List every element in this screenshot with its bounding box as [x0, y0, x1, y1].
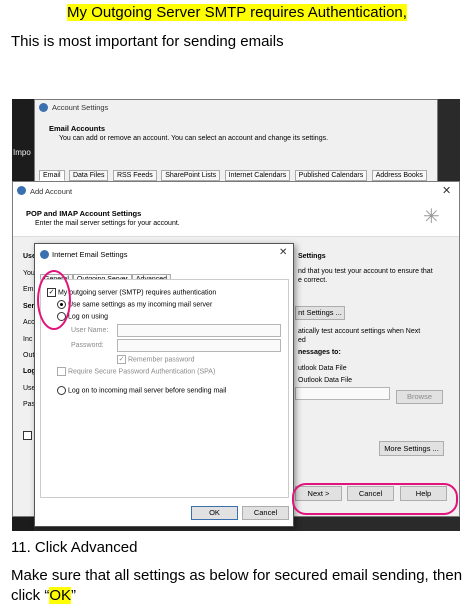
left-label-account-type: Acc: [23, 319, 35, 326]
auto-test-text: atically test account settings when Next: [298, 328, 421, 335]
tab-internet-calendars[interactable]: Internet Calendars: [224, 170, 291, 181]
password-field[interactable]: [117, 339, 281, 352]
smtp-auth-row[interactable]: ✓ My outgoing server (SMTP) requires aut…: [47, 288, 216, 297]
log-on-incoming-radio[interactable]: [57, 386, 66, 395]
account-settings-tabs: Email Data Files RSS Feeds SharePoint Li…: [39, 164, 427, 182]
use-same-settings-label: Use same settings as my incoming mail se…: [67, 301, 213, 309]
email-accounts-description: You can add or remove an account. You ca…: [59, 135, 329, 142]
account-settings-window: Account Settings Email Accounts You can …: [34, 99, 438, 183]
outlook-icon: [39, 103, 48, 112]
spa-checkbox[interactable]: [57, 367, 66, 376]
settings-icon: [40, 250, 49, 259]
pop-imap-subheading: Enter the mail server settings for your …: [35, 220, 180, 227]
left-label-server-info: Ser: [23, 303, 35, 310]
internet-email-settings-title: Internet Email Settings: [52, 250, 128, 259]
document-intro: This is most important for sending email…: [11, 33, 284, 50]
browse-button[interactable]: Browse: [396, 390, 443, 404]
user-name-field[interactable]: [117, 324, 281, 337]
note-prefix: Make sure that all settings as below for…: [11, 567, 463, 604]
log-on-incoming-row[interactable]: Log on to incoming mail server before se…: [57, 386, 226, 395]
dialog-cancel-button[interactable]: Cancel: [242, 506, 289, 520]
close-icon[interactable]: ✕: [442, 184, 451, 197]
left-label-incoming: Inc: [23, 336, 33, 343]
password-label: Password:: [71, 342, 104, 349]
test-account-settings-button[interactable]: nt Settings ...: [295, 306, 345, 320]
note-ok-highlight: OK: [49, 587, 72, 604]
add-account-titlebar: [13, 182, 459, 198]
tab-published-calendars[interactable]: Published Calendars: [294, 170, 368, 181]
outlook-icon: [17, 186, 26, 195]
remember-password-checkbox[interactable]: ✓: [117, 355, 126, 364]
left-checkbox[interactable]: [23, 431, 32, 440]
spa-row[interactable]: Require Secure Password Authentication (…: [57, 367, 215, 376]
account-settings-title: Account Settings: [52, 103, 109, 112]
smtp-auth-label: My outgoing server (SMTP) requires authe…: [57, 289, 217, 297]
annotation-oval: [292, 483, 458, 515]
settings-note: Make sure that all settings as below for…: [11, 566, 466, 606]
internet-email-settings-dialog: Internet Email Settings ✕ GeneralOutgoin…: [34, 243, 294, 527]
tab-sharepoint-lists[interactable]: SharePoint Lists: [161, 170, 221, 181]
new-data-file-option[interactable]: utlook Data File: [298, 365, 347, 372]
cursor-sparkle-icon: ✳: [423, 206, 440, 228]
log-on-using-label: Log on using: [67, 313, 109, 321]
remember-password-label: Remember password: [127, 356, 195, 364]
test-settings-heading: Settings: [298, 253, 326, 260]
note-suffix: ”: [71, 587, 77, 604]
remember-password-row[interactable]: ✓ Remember password: [117, 355, 194, 364]
pop-imap-heading: POP and IMAP Account Settings: [26, 209, 142, 218]
annotation-circle: [37, 270, 71, 330]
test-settings-text1: nd that you test your account to ensure …: [298, 268, 433, 275]
existing-data-file-option[interactable]: Outlook Data File: [298, 377, 352, 384]
tab-data-files[interactable]: Data Files: [68, 170, 109, 181]
use-same-settings-row[interactable]: Use same settings as my incoming mail se…: [57, 300, 212, 309]
tab-rss-feeds[interactable]: RSS Feeds: [112, 170, 157, 181]
deliver-messages-heading: nessages to:: [298, 349, 341, 356]
document-heading: My Outgoing Server SMTP requires Authent…: [67, 4, 407, 21]
add-account-title: Add Account: [30, 187, 73, 196]
test-settings-text2: e correct.: [298, 277, 328, 284]
outgoing-server-panel: ✓ My outgoing server (SMTP) requires aut…: [40, 279, 289, 498]
step-instruction: 11. Click Advanced: [11, 539, 138, 556]
left-label-outgoing: Out: [23, 352, 35, 359]
more-settings-button[interactable]: More Settings ...: [379, 441, 444, 456]
import-label: Impo: [13, 148, 31, 157]
auto-test-text2: ed: [298, 337, 306, 344]
data-file-path-field[interactable]: [295, 387, 390, 400]
dialog-close-icon[interactable]: ✕: [279, 247, 287, 258]
tab-email[interactable]: Email: [39, 170, 65, 181]
user-name-label: User Name:: [71, 327, 109, 334]
embedded-screenshot: Impo Account Settings Email Accounts You…: [12, 99, 460, 531]
left-label-email: Em: [23, 286, 34, 293]
ok-button[interactable]: OK: [191, 506, 238, 520]
email-accounts-heading: Email Accounts: [49, 124, 105, 133]
spa-label: Require Secure Password Authentication (…: [67, 368, 216, 376]
log-on-incoming-label: Log on to incoming mail server before se…: [67, 387, 227, 395]
tab-address-books[interactable]: Address Books: [371, 170, 427, 181]
